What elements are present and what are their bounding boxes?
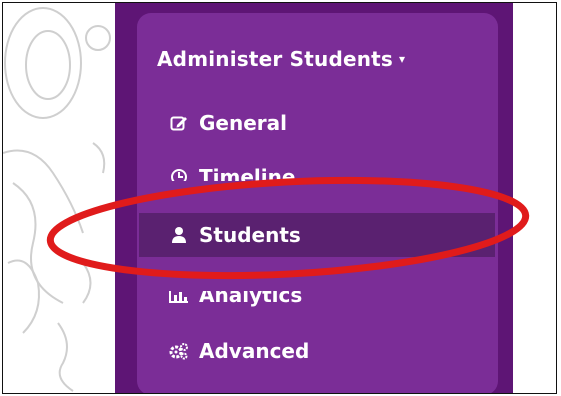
- caret-down-icon: ▾: [399, 52, 406, 66]
- sidebar-item-advanced[interactable]: Advanced: [157, 329, 497, 373]
- sidebar-item-general[interactable]: General: [157, 101, 497, 145]
- sidebar-item-label: Students: [199, 223, 301, 247]
- screenshot-frame: Administer Students ▾ General Timeline St…: [2, 2, 557, 394]
- sidebar-item-label: Advanced: [199, 339, 310, 363]
- section-title-administer-students[interactable]: Administer Students ▾: [157, 47, 405, 71]
- user-icon: [169, 225, 189, 245]
- sidebar-item-label: General: [199, 111, 287, 135]
- background-pattern: [3, 7, 111, 392]
- edit-icon: [169, 113, 189, 133]
- sidebar-item-students[interactable]: Students: [139, 213, 495, 257]
- section-title-label: Administer Students: [157, 47, 394, 71]
- gears-icon: [169, 341, 189, 361]
